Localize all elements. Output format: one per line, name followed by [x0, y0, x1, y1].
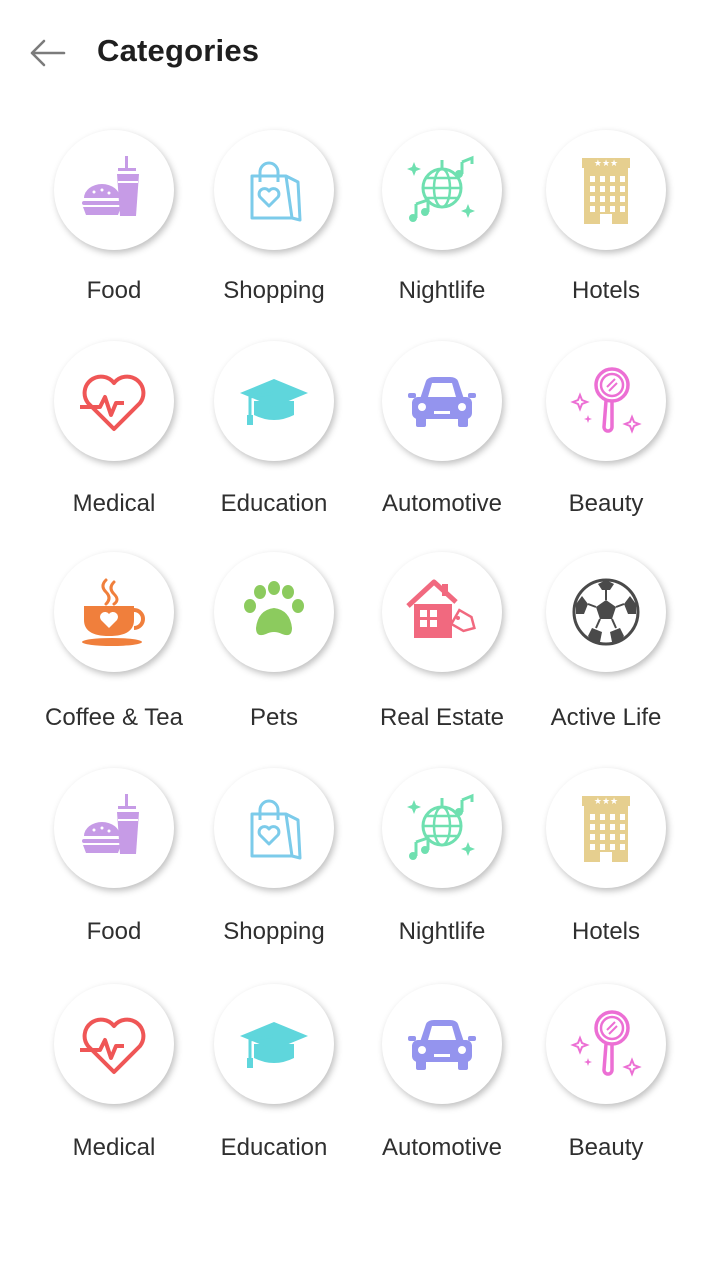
- category-icon-circle: [546, 552, 666, 672]
- category-icon-circle: [382, 130, 502, 250]
- category-tile-pets[interactable]: Pets: [199, 552, 349, 752]
- category-label: Nightlife: [398, 918, 486, 945]
- category-icon-circle: [54, 341, 174, 461]
- category-tile-beauty[interactable]: Beauty: [531, 984, 681, 1184]
- category-icon-circle: ★★★: [546, 130, 666, 250]
- category-tile-nightlife[interactable]: Nightlife: [367, 130, 517, 330]
- paw-icon: [244, 581, 304, 636]
- food-icon: [82, 156, 139, 216]
- category-tile-coffee[interactable]: Coffee & Tea: [39, 552, 189, 752]
- category-label: Real Estate: [379, 704, 505, 731]
- hotel-icon: ★★★: [582, 158, 630, 224]
- category-tile-nightlife[interactable]: Nightlife: [367, 768, 517, 968]
- soccer-ball-icon: [572, 578, 640, 646]
- graduation-cap-icon: [240, 1022, 308, 1068]
- category-label: Hotels: [571, 277, 641, 304]
- shopping-bag-icon: [250, 799, 302, 860]
- category-icon-circle: [382, 768, 502, 888]
- svg-text:★★★: ★★★: [594, 797, 618, 807]
- category-icon-circle: [214, 341, 334, 461]
- category-label: Beauty: [568, 490, 644, 517]
- category-icon-circle: [54, 130, 174, 250]
- category-label: Shopping: [223, 918, 325, 945]
- food-icon: [82, 794, 139, 854]
- category-tile-hotels[interactable]: ★★★ Hotels: [531, 130, 681, 330]
- category-tile-education[interactable]: Education: [199, 341, 349, 541]
- category-tile-food[interactable]: Food: [39, 130, 189, 330]
- category-icon-circle: [382, 341, 502, 461]
- category-icon-circle: [546, 984, 666, 1104]
- car-icon: [408, 377, 476, 427]
- category-tile-automotive[interactable]: Automotive: [367, 984, 517, 1184]
- category-tile-medical[interactable]: Medical: [39, 341, 189, 541]
- disco-ball-icon: [407, 793, 475, 860]
- category-label: Education: [220, 1134, 328, 1161]
- hotel-icon: ★★★: [582, 796, 630, 862]
- category-tile-automotive[interactable]: Automotive: [367, 341, 517, 541]
- category-tile-shopping[interactable]: Shopping: [199, 130, 349, 330]
- category-tile-activelife[interactable]: Active Life: [531, 552, 681, 752]
- category-tile-beauty[interactable]: Beauty: [531, 341, 681, 541]
- category-label: Automotive: [381, 1134, 503, 1161]
- category-icon-circle: [214, 984, 334, 1104]
- category-label: Nightlife: [398, 277, 486, 304]
- category-grid: Food Shopping Nightlife ★★★ Hotels Medic…: [0, 0, 720, 1280]
- category-icon-circle: ★★★: [546, 768, 666, 888]
- heartbeat-icon: [80, 1017, 146, 1074]
- hand-mirror-icon: [570, 1010, 642, 1077]
- svg-text:★★★: ★★★: [594, 159, 618, 169]
- hand-mirror-icon: [570, 367, 642, 434]
- category-icon-circle: [382, 552, 502, 672]
- category-icon-circle: [546, 341, 666, 461]
- house-tag-icon: [406, 579, 476, 638]
- coffee-cup-icon: [82, 578, 145, 646]
- graduation-cap-icon: [240, 379, 308, 425]
- category-label: Active Life: [550, 704, 662, 731]
- category-tile-medical[interactable]: Medical: [39, 984, 189, 1184]
- category-icon-circle: [382, 984, 502, 1104]
- category-icon-circle: [214, 552, 334, 672]
- category-tile-food[interactable]: Food: [39, 768, 189, 968]
- heartbeat-icon: [80, 374, 146, 431]
- category-tile-hotels[interactable]: ★★★ Hotels: [531, 768, 681, 968]
- disco-ball-icon: [407, 155, 475, 222]
- category-tile-education[interactable]: Education: [199, 984, 349, 1184]
- category-label: Education: [220, 490, 328, 517]
- category-icon-circle: [54, 552, 174, 672]
- category-label: Shopping: [223, 277, 325, 304]
- category-icon-circle: [214, 768, 334, 888]
- category-icon-circle: [54, 768, 174, 888]
- category-tile-realestate[interactable]: Real Estate: [367, 552, 517, 752]
- category-tile-shopping[interactable]: Shopping: [199, 768, 349, 968]
- category-label: Beauty: [568, 1134, 644, 1161]
- category-icon-circle: [54, 984, 174, 1104]
- car-icon: [408, 1020, 476, 1070]
- shopping-bag-icon: [250, 161, 302, 222]
- category-label: Pets: [249, 704, 299, 731]
- category-label: Hotels: [571, 918, 641, 945]
- category-icon-circle: [214, 130, 334, 250]
- category-label: Automotive: [381, 490, 503, 517]
